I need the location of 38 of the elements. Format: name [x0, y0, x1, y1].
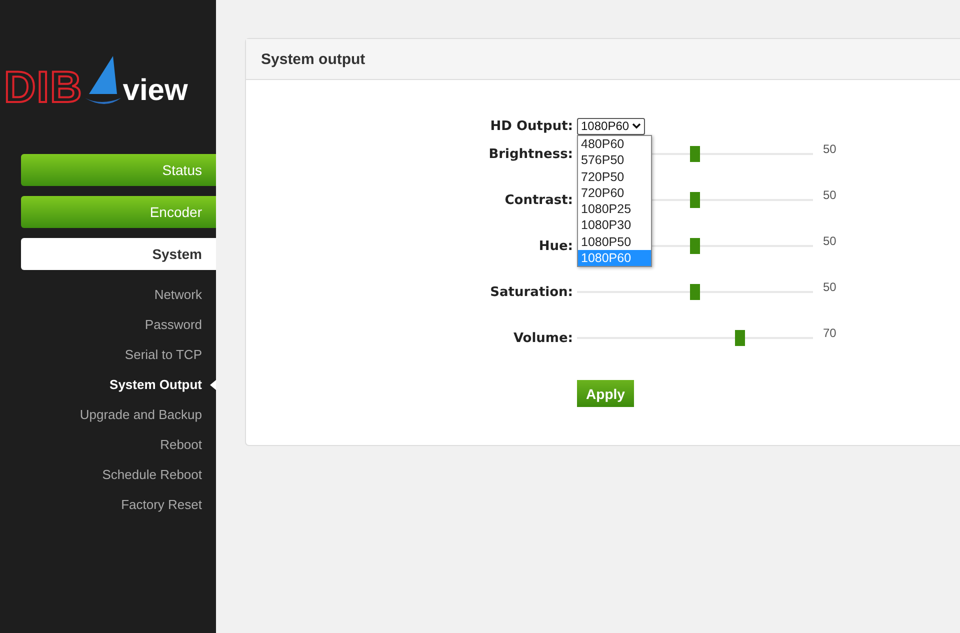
panel-title: System output: [246, 39, 960, 80]
nav-link[interactable]: Factory Reset: [0, 490, 216, 520]
field-label: HD Output:: [489, 118, 573, 134]
nav-link[interactable]: Password: [0, 310, 216, 340]
slider-value: 50: [822, 280, 838, 294]
dropdown-option[interactable]: 1080P25: [578, 201, 651, 218]
dropdown-option[interactable]: 576P50: [578, 152, 651, 169]
slider-thumb[interactable]: [690, 192, 700, 208]
slider-thumb[interactable]: [690, 238, 700, 254]
nav-link[interactable]: Upgrade and Backup: [0, 400, 216, 430]
nav-link[interactable]: Network: [0, 280, 216, 310]
pointer-icon: [210, 380, 216, 390]
dropdown-option[interactable]: 480P60: [578, 136, 651, 152]
slider-thumb[interactable]: [735, 330, 746, 346]
nav-button[interactable]: System: [21, 238, 216, 270]
field-label: Saturation:: [489, 284, 573, 300]
slider-thumb[interactable]: [690, 284, 700, 300]
chevron-icon: [632, 123, 642, 129]
nav-link[interactable]: Serial to TCP: [0, 340, 216, 370]
nav-link[interactable]: Reboot: [0, 430, 216, 460]
logo-word: view: [122, 76, 188, 106]
slider-value: 50: [822, 188, 838, 202]
slider-value: 50: [822, 234, 838, 248]
output-select[interactable]: 1080P60: [577, 118, 646, 134]
slider-thumb[interactable]: [690, 146, 700, 162]
slider-value: 50: [822, 142, 838, 156]
field-label: Brightness:: [488, 146, 573, 162]
field-label: Hue:: [538, 238, 573, 254]
dropdown-option[interactable]: 720P60: [578, 184, 651, 202]
dropdown-option[interactable]: 1080P50: [578, 234, 651, 250]
nav-link[interactable]: System Output: [0, 370, 216, 400]
dropdown-option[interactable]: 720P50: [578, 168, 651, 185]
logo-brand: DIB: [4, 66, 83, 110]
field-label: Contrast:: [504, 192, 573, 208]
slider-value: 70: [822, 326, 838, 340]
field-label: Volume:: [512, 330, 573, 346]
dropdown-option[interactable]: 1080P30: [578, 217, 651, 234]
nav-link[interactable]: Schedule Reboot: [0, 460, 216, 490]
